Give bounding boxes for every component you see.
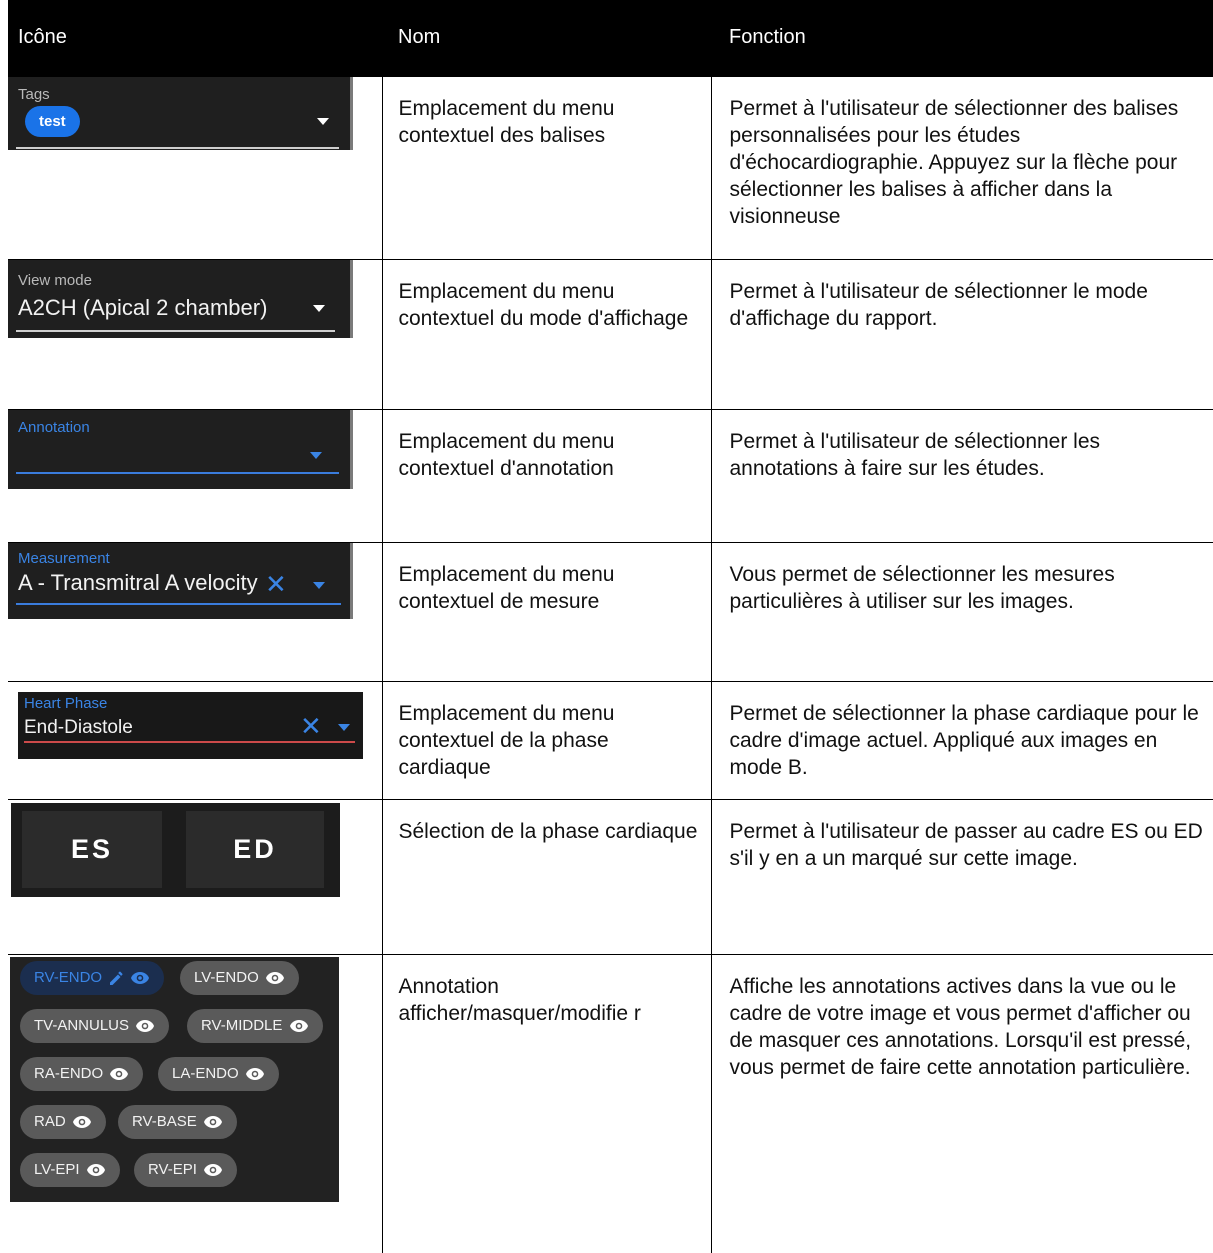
row-function: Permet à l'utilisateur de sélectionner l…: [710, 408, 1213, 543]
measurement-value: A - Transmitral A velocity: [18, 569, 258, 595]
panel-divider: [350, 409, 353, 489]
tags-underline: [16, 146, 339, 149]
row-function: Permet à l'utilisateur de passer au cadr…: [710, 798, 1213, 955]
pencil-icon[interactable]: [108, 970, 124, 986]
table-row: ES ED Sélection de la phase cardiaque Pe…: [8, 798, 1213, 955]
annotation-underline: [16, 471, 339, 474]
icon-cell: Tags test: [8, 75, 383, 260]
eye-icon[interactable]: [130, 971, 150, 985]
clear-icon[interactable]: ✕: [300, 713, 322, 739]
view-mode-value: A2CH (Apical 2 chamber): [18, 294, 268, 320]
pill-rv-epi[interactable]: RV-EPI: [134, 1152, 238, 1187]
phase-selector: ES ED: [11, 802, 340, 897]
table-row: Heart Phase End-Diastole ✕ Emplacement d…: [8, 680, 1213, 800]
icon-cell: View mode A2CH (Apical 2 chamber): [8, 258, 383, 410]
table-row: RV-ENDO LV-ENDO TV-ANNULUS RV-MIDDLE RA-…: [8, 953, 1213, 1253]
eye-icon[interactable]: [289, 1019, 309, 1033]
icon-cell: Annotation: [8, 408, 383, 543]
icon-cell: ES ED: [8, 798, 383, 955]
eye-icon[interactable]: [109, 1067, 129, 1081]
pill-rad[interactable]: RAD: [20, 1104, 106, 1139]
row-function: Permet à l'utilisateur de sélectionner l…: [710, 258, 1213, 410]
row-name: Emplacement du menu contextuel de mesure: [381, 541, 712, 682]
heart-phase-label: Heart Phase: [24, 694, 108, 712]
heart-phase-dropdown[interactable]: Heart Phase End-Diastole ✕: [18, 691, 363, 759]
icon-cell: Heart Phase End-Diastole ✕: [8, 680, 383, 800]
heart-phase-value: End-Diastole: [24, 716, 133, 738]
table-row: Tags test Emplacement du menu contextuel…: [8, 75, 1213, 260]
row-name: Sélection de la phase cardiaque: [381, 798, 712, 955]
chevron-down-icon[interactable]: [313, 304, 325, 312]
pill-lv-epi[interactable]: LV-EPI: [20, 1152, 120, 1187]
header-name: Nom: [382, 0, 711, 76]
panel-divider: [350, 542, 353, 619]
eye-icon[interactable]: [203, 1163, 223, 1177]
annotation-dropdown[interactable]: Annotation: [8, 409, 353, 489]
panel-divider: [350, 259, 353, 338]
measurement-underline: [16, 602, 341, 605]
row-name: Emplacement du menu contextuel d'annotat…: [381, 408, 712, 543]
table-row: Annotation Emplacement du menu contextue…: [8, 408, 1213, 543]
tags-dropdown[interactable]: Tags test: [8, 76, 353, 150]
header-function: Fonction: [711, 0, 1213, 76]
pill-la-endo[interactable]: LA-ENDO: [158, 1056, 279, 1091]
clear-icon[interactable]: ✕: [265, 571, 287, 597]
icon-cell: Measurement A - Transmitral A velocity ✕: [8, 541, 383, 682]
eye-icon[interactable]: [72, 1115, 92, 1129]
es-button[interactable]: ES: [22, 810, 162, 888]
eye-icon[interactable]: [86, 1163, 106, 1177]
eye-icon[interactable]: [135, 1019, 155, 1033]
feature-table: Icône Nom Fonction Tags test Emplacement…: [8, 0, 1213, 1253]
tags-label: Tags: [18, 85, 50, 103]
eye-icon[interactable]: [245, 1067, 265, 1081]
pill-rv-base[interactable]: RV-BASE: [118, 1104, 237, 1139]
chevron-down-icon[interactable]: [317, 117, 329, 125]
view-mode-label: View mode: [18, 271, 92, 289]
ed-button[interactable]: ED: [186, 810, 324, 888]
pill-rv-middle[interactable]: RV-MIDDLE: [187, 1008, 323, 1043]
row-function: Vous permet de sélectionner les mesures …: [710, 541, 1213, 682]
row-name: Emplacement du menu contextuel du mode d…: [381, 258, 712, 410]
annotation-label: Annotation: [18, 418, 90, 436]
panel-divider: [350, 76, 353, 150]
chevron-down-icon[interactable]: [338, 723, 350, 731]
eye-icon[interactable]: [265, 971, 285, 985]
table-row: Measurement A - Transmitral A velocity ✕…: [8, 541, 1213, 682]
row-function: Affiche les annotations actives dans la …: [710, 953, 1213, 1253]
row-name: Emplacement du menu contextuel de la pha…: [381, 680, 712, 800]
pill-rv-endo[interactable]: RV-ENDO: [20, 960, 165, 995]
annotation-pills-panel: RV-ENDO LV-ENDO TV-ANNULUS RV-MIDDLE RA-…: [10, 956, 339, 1202]
icon-cell: RV-ENDO LV-ENDO TV-ANNULUS RV-MIDDLE RA-…: [8, 953, 383, 1253]
row-name: Annotation afficher/masquer/modifie r: [381, 953, 712, 1253]
table-row: View mode A2CH (Apical 2 chamber) Emplac…: [8, 258, 1213, 410]
heart-phase-underline: [24, 740, 355, 743]
row-function: Permet à l'utilisateur de sélectionner d…: [710, 75, 1213, 260]
pill-lv-endo[interactable]: LV-ENDO: [180, 960, 299, 995]
row-function: Permet de sélectionner la phase cardiaqu…: [710, 680, 1213, 800]
row-name: Emplacement du menu contextuel des balis…: [381, 75, 712, 260]
measurement-value-clip: A - Transmitral A velocity: [18, 567, 264, 599]
view-mode-underline: [16, 329, 335, 332]
eye-icon[interactable]: [203, 1115, 223, 1129]
header-icon: Icône: [8, 0, 382, 76]
view-mode-dropdown[interactable]: View mode A2CH (Apical 2 chamber): [8, 259, 353, 338]
pill-ra-endo[interactable]: RA-ENDO: [20, 1056, 144, 1091]
chevron-down-icon[interactable]: [310, 451, 322, 459]
tag-chip[interactable]: test: [25, 105, 80, 137]
measurement-dropdown[interactable]: Measurement A - Transmitral A velocity ✕: [8, 542, 353, 619]
pill-tv-annulus[interactable]: TV-ANNULUS: [20, 1008, 170, 1043]
chevron-down-icon[interactable]: [313, 581, 325, 589]
header-row: Icône Nom Fonction: [8, 0, 1213, 76]
